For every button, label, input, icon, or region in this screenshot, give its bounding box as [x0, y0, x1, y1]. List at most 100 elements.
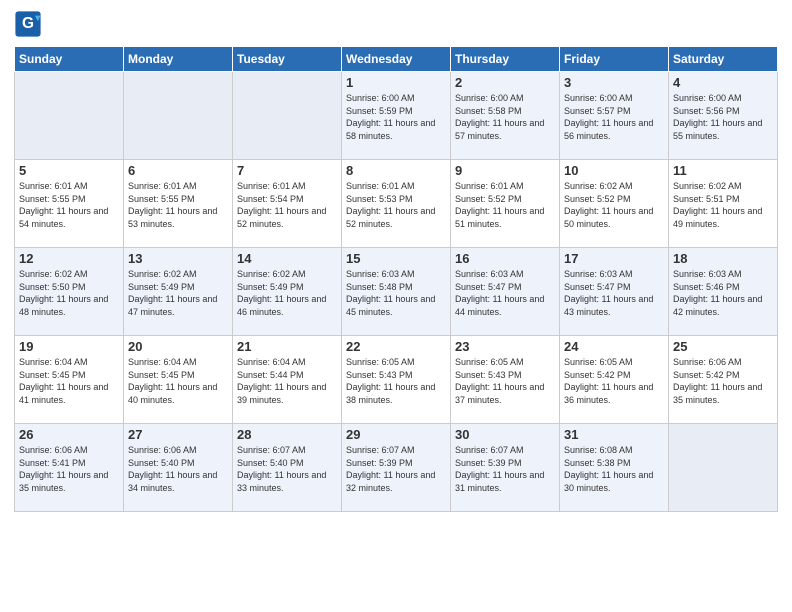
- day-number: 7: [237, 163, 337, 178]
- day-info: Sunrise: 6:02 AMSunset: 5:49 PMDaylight:…: [237, 268, 337, 318]
- calendar-day-cell: [15, 72, 124, 160]
- calendar-day-cell: 19Sunrise: 6:04 AMSunset: 5:45 PMDayligh…: [15, 336, 124, 424]
- calendar-day-cell: 22 Sunrise: 6:05 AMSunset: 5:43 PMDayligh…: [342, 336, 451, 424]
- day-info: Sunrise: 6:01 AMSunset: 5:55 PMDaylight:…: [128, 180, 228, 230]
- day-number: 17: [564, 251, 664, 266]
- day-number: 26: [19, 427, 119, 442]
- calendar-day-cell: 27Sunrise: 6:06 AMSunset: 5:40 PMDayligh…: [124, 424, 233, 512]
- day-number: 29: [346, 427, 446, 442]
- day-info: Sunrise: 6:07 AMSunset: 5:40 PMDaylight:…: [237, 444, 337, 494]
- calendar-day-cell: 1 Sunrise: 6:00 AMSunset: 5:59 PMDaylight…: [342, 72, 451, 160]
- weekday-header: Wednesday: [342, 47, 451, 72]
- day-info: Sunrise: 6:03 AMSunset: 5:47 PMDaylight:…: [455, 268, 555, 318]
- day-info: Sunrise: 6:03 AMSunset: 5:48 PMDaylight:…: [346, 268, 446, 318]
- weekday-header: Saturday: [669, 47, 778, 72]
- calendar-day-cell: 10 Sunrise: 6:02 AMSunset: 5:52 PMDayligh…: [560, 160, 669, 248]
- calendar-day-cell: [124, 72, 233, 160]
- day-info: Sunrise: 6:03 AMSunset: 5:47 PMDaylight:…: [564, 268, 664, 318]
- day-number: 13: [128, 251, 228, 266]
- calendar-week-row: 19Sunrise: 6:04 AMSunset: 5:45 PMDayligh…: [15, 336, 778, 424]
- calendar-day-cell: 14 Sunrise: 6:02 AMSunset: 5:49 PMDayligh…: [233, 248, 342, 336]
- day-number: 2: [455, 75, 555, 90]
- day-info: Sunrise: 6:01 AMSunset: 5:53 PMDaylight:…: [346, 180, 446, 230]
- calendar-day-cell: 15 Sunrise: 6:03 AMSunset: 5:48 PMDayligh…: [342, 248, 451, 336]
- day-info: Sunrise: 6:00 AMSunset: 5:58 PMDaylight:…: [455, 92, 555, 142]
- day-info: Sunrise: 6:04 AMSunset: 5:45 PMDaylight:…: [128, 356, 228, 406]
- calendar: SundayMondayTuesdayWednesdayThursdayFrid…: [14, 46, 778, 512]
- calendar-week-row: 5 Sunrise: 6:01 AMSunset: 5:55 PMDaylight…: [15, 160, 778, 248]
- day-number: 22: [346, 339, 446, 354]
- calendar-week-row: 26 Sunrise: 6:06 AMSunset: 5:41 PMDayligh…: [15, 424, 778, 512]
- calendar-day-cell: 3 Sunrise: 6:00 AMSunset: 5:57 PMDaylight…: [560, 72, 669, 160]
- logo: G: [14, 10, 46, 38]
- day-info: Sunrise: 6:02 AMSunset: 5:50 PMDaylight:…: [19, 268, 119, 318]
- day-number: 25: [673, 339, 773, 354]
- day-number: 10: [564, 163, 664, 178]
- calendar-day-cell: 25 Sunrise: 6:06 AMSunset: 5:42 PMDayligh…: [669, 336, 778, 424]
- calendar-day-cell: 30 Sunrise: 6:07 AMSunset: 5:39 PMDayligh…: [451, 424, 560, 512]
- calendar-day-cell: 5 Sunrise: 6:01 AMSunset: 5:55 PMDaylight…: [15, 160, 124, 248]
- calendar-day-cell: 2 Sunrise: 6:00 AMSunset: 5:58 PMDaylight…: [451, 72, 560, 160]
- calendar-day-cell: 29 Sunrise: 6:07 AMSunset: 5:39 PMDayligh…: [342, 424, 451, 512]
- calendar-day-cell: 28 Sunrise: 6:07 AMSunset: 5:40 PMDayligh…: [233, 424, 342, 512]
- day-info: Sunrise: 6:00 AMSunset: 5:56 PMDaylight:…: [673, 92, 773, 142]
- day-number: 4: [673, 75, 773, 90]
- weekday-header: Tuesday: [233, 47, 342, 72]
- day-number: 9: [455, 163, 555, 178]
- calendar-day-cell: 17 Sunrise: 6:03 AMSunset: 5:47 PMDayligh…: [560, 248, 669, 336]
- day-info: Sunrise: 6:05 AMSunset: 5:43 PMDaylight:…: [346, 356, 446, 406]
- day-info: Sunrise: 6:07 AMSunset: 5:39 PMDaylight:…: [455, 444, 555, 494]
- day-info: Sunrise: 6:05 AMSunset: 5:43 PMDaylight:…: [455, 356, 555, 406]
- day-number: 12: [19, 251, 119, 266]
- calendar-day-cell: [233, 72, 342, 160]
- day-number: 31: [564, 427, 664, 442]
- day-info: Sunrise: 6:02 AMSunset: 5:51 PMDaylight:…: [673, 180, 773, 230]
- day-info: Sunrise: 6:06 AMSunset: 5:42 PMDaylight:…: [673, 356, 773, 406]
- day-info: Sunrise: 6:00 AMSunset: 5:59 PMDaylight:…: [346, 92, 446, 142]
- day-info: Sunrise: 6:05 AMSunset: 5:42 PMDaylight:…: [564, 356, 664, 406]
- calendar-header-row: SundayMondayTuesdayWednesdayThursdayFrid…: [15, 47, 778, 72]
- day-number: 11: [673, 163, 773, 178]
- day-number: 18: [673, 251, 773, 266]
- logo-icon: G: [14, 10, 42, 38]
- weekday-header: Monday: [124, 47, 233, 72]
- day-info: Sunrise: 6:02 AMSunset: 5:52 PMDaylight:…: [564, 180, 664, 230]
- day-number: 1: [346, 75, 446, 90]
- day-number: 5: [19, 163, 119, 178]
- calendar-day-cell: 18Sunrise: 6:03 AMSunset: 5:46 PMDayligh…: [669, 248, 778, 336]
- calendar-week-row: 1 Sunrise: 6:00 AMSunset: 5:59 PMDaylight…: [15, 72, 778, 160]
- day-number: 28: [237, 427, 337, 442]
- day-number: 8: [346, 163, 446, 178]
- day-info: Sunrise: 6:06 AMSunset: 5:41 PMDaylight:…: [19, 444, 119, 494]
- day-number: 16: [455, 251, 555, 266]
- day-number: 23: [455, 339, 555, 354]
- calendar-day-cell: 6 Sunrise: 6:01 AMSunset: 5:55 PMDaylight…: [124, 160, 233, 248]
- weekday-header: Friday: [560, 47, 669, 72]
- day-number: 21: [237, 339, 337, 354]
- calendar-day-cell: 12 Sunrise: 6:02 AMSunset: 5:50 PMDayligh…: [15, 248, 124, 336]
- day-info: Sunrise: 6:01 AMSunset: 5:52 PMDaylight:…: [455, 180, 555, 230]
- day-number: 15: [346, 251, 446, 266]
- day-info: Sunrise: 6:02 AMSunset: 5:49 PMDaylight:…: [128, 268, 228, 318]
- calendar-day-cell: 21Sunrise: 6:04 AMSunset: 5:44 PMDayligh…: [233, 336, 342, 424]
- day-info: Sunrise: 6:04 AMSunset: 5:45 PMDaylight:…: [19, 356, 119, 406]
- calendar-day-cell: 24 Sunrise: 6:05 AMSunset: 5:42 PMDayligh…: [560, 336, 669, 424]
- day-number: 6: [128, 163, 228, 178]
- calendar-day-cell: 20Sunrise: 6:04 AMSunset: 5:45 PMDayligh…: [124, 336, 233, 424]
- calendar-day-cell: 31Sunrise: 6:08 AMSunset: 5:38 PMDayligh…: [560, 424, 669, 512]
- page: G SundayMondayTuesdayWednesdayThursdayFr…: [0, 0, 792, 612]
- calendar-week-row: 12 Sunrise: 6:02 AMSunset: 5:50 PMDayligh…: [15, 248, 778, 336]
- day-info: Sunrise: 6:00 AMSunset: 5:57 PMDaylight:…: [564, 92, 664, 142]
- calendar-day-cell: 11 Sunrise: 6:02 AMSunset: 5:51 PMDayligh…: [669, 160, 778, 248]
- calendar-day-cell: 8 Sunrise: 6:01 AMSunset: 5:53 PMDaylight…: [342, 160, 451, 248]
- day-number: 30: [455, 427, 555, 442]
- weekday-header: Sunday: [15, 47, 124, 72]
- day-number: 14: [237, 251, 337, 266]
- day-number: 3: [564, 75, 664, 90]
- day-info: Sunrise: 6:01 AMSunset: 5:55 PMDaylight:…: [19, 180, 119, 230]
- weekday-header: Thursday: [451, 47, 560, 72]
- calendar-day-cell: 4 Sunrise: 6:00 AMSunset: 5:56 PMDaylight…: [669, 72, 778, 160]
- day-info: Sunrise: 6:07 AMSunset: 5:39 PMDaylight:…: [346, 444, 446, 494]
- day-number: 24: [564, 339, 664, 354]
- day-info: Sunrise: 6:06 AMSunset: 5:40 PMDaylight:…: [128, 444, 228, 494]
